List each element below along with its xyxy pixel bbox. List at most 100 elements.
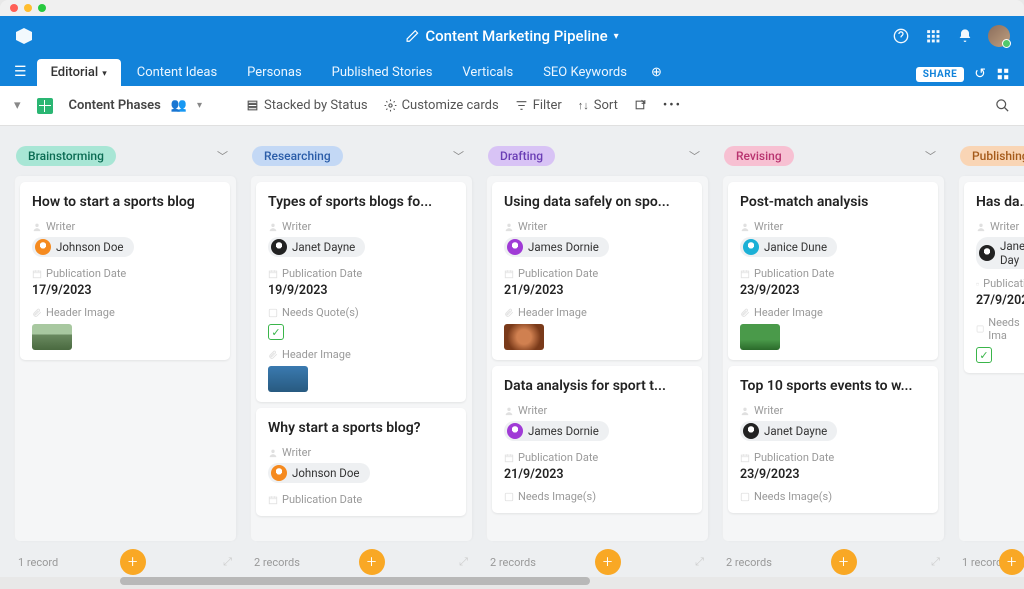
help-icon[interactable] [892, 27, 910, 45]
chevron-down-icon: ▾ [614, 31, 619, 42]
pubdate-field-label: Publication Date [504, 451, 690, 464]
apps-icon[interactable] [996, 67, 1010, 81]
card-title: Has data v [976, 194, 1024, 210]
apps-grid-icon[interactable] [924, 27, 942, 45]
avatar-icon [743, 239, 759, 255]
view-name[interactable]: Content Phases [69, 98, 161, 113]
column-publishing: Publishing﹀Has data vWriterJanet DayPubl… [958, 140, 1024, 577]
chevron-down-icon[interactable]: ▾ [197, 100, 202, 111]
record-count: 2 records [490, 556, 536, 569]
record-card[interactable]: Top 10 sports events to w...WriterJanet … [728, 366, 938, 513]
writer-chip[interactable]: James Dornie [504, 421, 609, 441]
record-count: 2 records [254, 556, 300, 569]
pubdate-value: 23/9/2023 [740, 283, 926, 298]
add-record-button[interactable]: + [359, 549, 385, 575]
window-minimize-button[interactable] [24, 4, 32, 12]
tab-editorial[interactable]: Editorial▾ [37, 59, 121, 86]
add-tab-button[interactable]: ⊕ [643, 61, 670, 86]
column-pill[interactable]: Brainstorming [16, 146, 116, 166]
add-record-button[interactable]: + [120, 549, 146, 575]
image-thumbnail[interactable] [504, 324, 544, 350]
tab-published-stories[interactable]: Published Stories [318, 59, 447, 86]
horizontal-scrollbar[interactable] [120, 577, 904, 585]
collaborators-icon[interactable]: 👥 [171, 98, 187, 113]
add-record-button[interactable]: + [999, 549, 1024, 575]
record-card[interactable]: Why start a sports blog?WriterJohnson Do… [256, 408, 466, 516]
column-pill[interactable]: Publishing [960, 146, 1024, 166]
column-menu-chevron-down-icon[interactable]: ﹀ [925, 148, 936, 164]
writer-chip[interactable]: Janet Dayne [740, 421, 837, 441]
column-researching: Researching ﹀ Types of sports blogs fo...W… [250, 140, 472, 577]
stacked-by-button[interactable]: Stacked by Status [246, 98, 368, 113]
export-icon [634, 99, 647, 112]
column-menu-chevron-down-icon[interactable]: ﹀ [453, 148, 464, 164]
column-drafting: Drafting ﹀ Using data safely on spo...Writ… [486, 140, 708, 577]
needs-quotes-checkbox[interactable]: ✓ [268, 324, 284, 340]
app-header: Content Marketing Pipeline ▾ [0, 16, 1024, 56]
tab-verticals[interactable]: Verticals [448, 59, 527, 86]
writer-chip[interactable]: Johnson Doe [32, 237, 134, 257]
pubdate-value: 21/9/2023 [504, 283, 690, 298]
image-thumbnail[interactable] [32, 324, 72, 350]
writer-chip[interactable]: Janet Dayne [268, 237, 365, 257]
search-icon[interactable] [995, 98, 1010, 113]
menu-hamburger-icon[interactable]: ☰ [14, 64, 35, 86]
pubdate-field-label: Publicatio [976, 277, 1024, 290]
share-button[interactable]: SHARE [916, 67, 965, 82]
window-close-button[interactable] [10, 4, 18, 12]
avatar-icon [743, 423, 759, 439]
window-zoom-button[interactable] [38, 4, 46, 12]
column-pill[interactable]: Revising [724, 146, 794, 166]
card-title: Post-match analysis [740, 194, 926, 210]
window-titlebar [0, 0, 1024, 16]
record-card[interactable]: Has data vWriterJanet DayPublicatio27/9/… [964, 182, 1024, 373]
writer-chip[interactable]: Janice Dune [740, 237, 837, 257]
column-menu-chevron-down-icon[interactable]: ﹀ [217, 148, 228, 164]
user-avatar[interactable] [988, 25, 1010, 47]
image-thumbnail[interactable] [740, 324, 780, 350]
base-title[interactable]: Content Marketing Pipeline ▾ [405, 27, 618, 45]
image-thumbnail[interactable] [268, 366, 308, 392]
filter-button[interactable]: Filter [515, 98, 562, 113]
sort-button[interactable]: ↑↓ Sort [578, 98, 618, 113]
record-card[interactable]: Using data safely on spo...WriterJames D… [492, 182, 702, 360]
writer-chip[interactable]: Johnson Doe [268, 463, 370, 483]
writer-chip[interactable]: James Dornie [504, 237, 609, 257]
header-image-label: Header Image [268, 348, 454, 361]
record-card[interactable]: Data analysis for sport t...WriterJames … [492, 366, 702, 513]
collapse-sidebar-icon[interactable]: ▾ [14, 98, 21, 113]
view-toolbar: ▾ Content Phases 👥 ▾ Stacked by Status C… [0, 86, 1024, 126]
column-menu-chevron-down-icon[interactable]: ﹀ [689, 148, 700, 164]
tab-personas[interactable]: Personas [233, 59, 316, 86]
app-logo-icon[interactable] [14, 26, 34, 46]
more-options-button[interactable]: ••• [663, 98, 682, 113]
expand-column-icon[interactable]: ⤢ [931, 555, 940, 569]
history-icon[interactable]: ↺ [974, 66, 986, 82]
pubdate-value: 27/9/2023 [976, 293, 1024, 308]
tab-seo-keywords[interactable]: SEO Keywords [529, 59, 641, 86]
expand-column-icon[interactable]: ⤢ [459, 555, 468, 569]
base-title-text: Content Marketing Pipeline [425, 27, 607, 45]
notifications-bell-icon[interactable] [956, 27, 974, 45]
column-pill[interactable]: Drafting [488, 146, 555, 166]
column-pill[interactable]: Researching [252, 146, 343, 166]
customize-cards-button[interactable]: Customize cards [384, 98, 499, 113]
add-record-button[interactable]: + [595, 549, 621, 575]
add-record-button[interactable]: + [831, 549, 857, 575]
kanban-board: Brainstorming ﹀ How to start a sports blog… [0, 126, 1024, 577]
header-image-label: Header Image [32, 306, 218, 319]
expand-column-icon[interactable]: ⤢ [695, 555, 704, 569]
needs-images-checkbox[interactable]: ✓ [976, 347, 992, 363]
expand-column-icon[interactable]: ⤢ [223, 555, 232, 569]
record-card[interactable]: How to start a sports blogWriterJohnson … [20, 182, 230, 360]
writer-chip[interactable]: Janet Day [976, 237, 1024, 269]
card-title: Using data safely on spo... [504, 194, 690, 210]
tab-content-ideas[interactable]: Content Ideas [123, 59, 231, 86]
record-card[interactable]: Types of sports blogs fo...WriterJanet D… [256, 182, 466, 402]
share-view-button[interactable] [634, 99, 647, 112]
filter-icon [515, 99, 528, 112]
pubdate-field-label: Publication Date [740, 267, 926, 280]
record-count: 1 record [18, 556, 58, 569]
record-count: 2 records [726, 556, 772, 569]
record-card[interactable]: Post-match analysisWriterJanice DunePubl… [728, 182, 938, 360]
